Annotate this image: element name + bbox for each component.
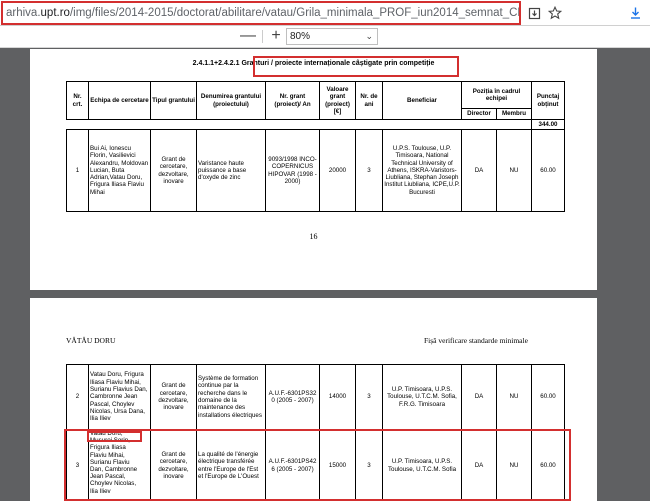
cell-nr-grant: 9093/1998 INCO-COPERNICUS HIPOVAR (1998 …	[265, 129, 320, 212]
highlight-box-title	[253, 56, 459, 77]
cell-beneficiar: U.P.S. Toulouse, U.P. Timisoara, Nationa…	[382, 129, 462, 212]
col-header-membru: Membru	[496, 108, 532, 120]
cell-director: DA	[461, 364, 497, 430]
cell-echipa: Bui Ai, Ionescu Florin, Vasilievici Alex…	[88, 129, 151, 212]
toolbar-divider	[262, 30, 263, 43]
zoom-in-button[interactable]: +	[268, 27, 284, 45]
cell-tipul: Grant de cercetare, dezvoltare, inovare	[150, 129, 197, 212]
url-domain: upt.ro	[40, 7, 70, 19]
chevron-down-icon: ⌄	[365, 31, 373, 41]
col-header-pozitia: Poziția în cadrul echipei	[461, 81, 532, 109]
url-field[interactable]: arhiva.upt.ro/img/files/2014-2015/doctor…	[1, 1, 521, 25]
total-spacer	[66, 119, 532, 130]
col-header-director: Director	[461, 108, 497, 120]
cell-nr-ani: 3	[355, 129, 383, 212]
cell-nr: 2	[66, 364, 89, 430]
page-header-name: VĂTĂU DORU	[66, 336, 116, 345]
zoom-out-button[interactable]: —	[240, 28, 256, 44]
url-prefix: arhiva.	[6, 7, 41, 19]
cell-tipul: Grant de cercetare, dezvoltare, inovare	[150, 364, 197, 430]
table-row: 2 Vatau Doru, Frigura Iliasa Flaviu Miha…	[66, 364, 565, 430]
col-header-tipul: Tipul grantului	[150, 81, 197, 120]
pdf-toolbar: — + 80% ⌄	[0, 26, 650, 48]
cell-director: DA	[461, 129, 497, 212]
address-bar: arhiva.upt.ro/img/files/2014-2015/doctor…	[0, 0, 650, 26]
col-header-nr-grant: Nr. grant (proiect)/ An	[265, 81, 320, 120]
url-path: /img/files/2014-2015/doctorat/abilitare/…	[69, 7, 519, 19]
cell-punctaj: 60.00	[531, 364, 565, 430]
zoom-select[interactable]: 80% ⌄	[286, 28, 378, 45]
total-row: 344.00	[66, 119, 565, 130]
cell-beneficiar: U.P. Timisoara, U.P.S. Toulouse, U.T.C.M…	[382, 364, 462, 430]
col-header-nr: Nr. crt.	[66, 81, 89, 120]
col-header-denumirea: Denumirea grantului (proiectului)	[196, 81, 266, 120]
grants-table-page1: Nr. crt. Echipa de cercetare Tipul grant…	[66, 81, 565, 212]
col-header-punctaj: Punctaj obținut	[531, 81, 565, 120]
page-number: 16	[309, 232, 318, 241]
total-value: 344.00	[531, 119, 565, 130]
cell-membru: NU	[496, 364, 532, 430]
pdf-page-17: VĂTĂU DORU Fișă verificare standarde min…	[30, 298, 597, 501]
bookmark-star-icon[interactable]	[545, 3, 565, 23]
col-header-beneficiar: Beneficiar	[382, 81, 462, 120]
cell-nr-grant: A.U.F.-6301PS320 (2005 - 2007)	[265, 364, 320, 430]
download-icon[interactable]	[625, 3, 645, 23]
cell-valoare: 14000	[319, 364, 356, 430]
save-icon[interactable]	[524, 3, 544, 23]
col-header-valoare: Valoare grant (proiect) [€]	[319, 81, 356, 120]
zoom-value: 80%	[290, 31, 311, 42]
cell-echipa: Vatau Doru, Frigura Iliasa Flaviu Mihai,…	[88, 364, 151, 430]
cell-denumirea: Système de formation continue par la rec…	[196, 364, 266, 430]
cell-nr-ani: 3	[355, 364, 383, 430]
page-header-title: Fișă verificare standarde minimale	[424, 336, 528, 345]
highlight-box-row	[64, 429, 571, 501]
table-row: 1 Bui Ai, Ionescu Florin, Vasilievici Al…	[66, 129, 565, 212]
cell-membru: NU	[496, 129, 532, 212]
col-header-nr-ani: Nr. de ani	[355, 81, 383, 120]
col-header-echipa: Echipa de cercetare	[88, 81, 151, 120]
cell-valoare: 20000	[319, 129, 356, 212]
cell-nr: 1	[66, 129, 89, 212]
cell-punctaj: 60.00	[531, 129, 565, 212]
pdf-page-16: 2.4.1.1+2.4.2.1 Granturi / proiecte inte…	[30, 49, 597, 290]
cell-denumirea: Varistance haute puissance a base d'oxyd…	[196, 129, 266, 212]
